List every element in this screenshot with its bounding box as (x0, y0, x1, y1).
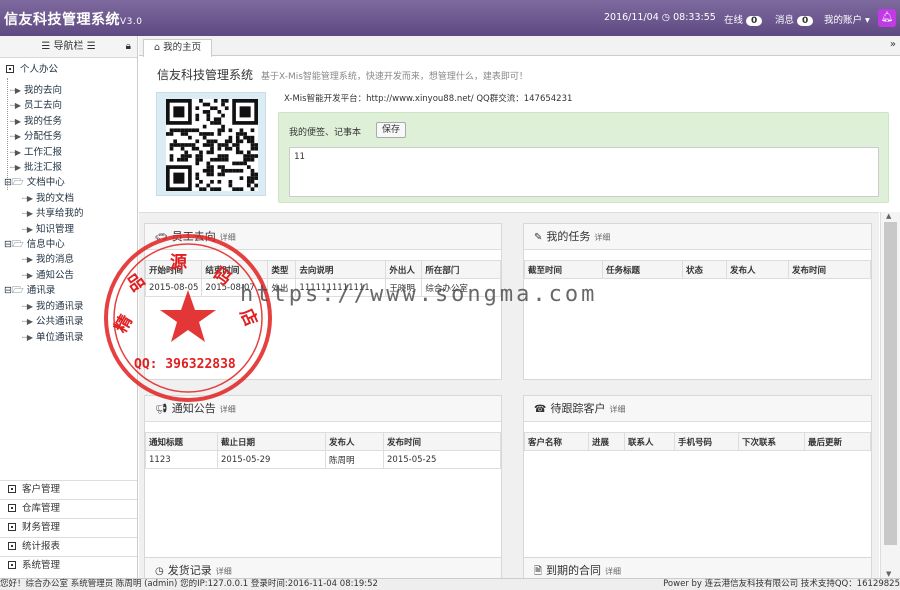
nav-group-contacts[interactable]: ⊟🗁︎ 通讯录 (4, 282, 55, 299)
phone-icon: ☎ (534, 404, 547, 415)
watermark-url: https://www.songma.com (240, 282, 598, 307)
nav-item-knowledge[interactable]: ┈▶ 知识管理 (22, 221, 74, 235)
nav-section-warehouse[interactable]: 仓库管理 (0, 499, 137, 518)
nav-group-personal[interactable]: 个人办公 (6, 61, 58, 75)
nav-group-docs[interactable]: ⊟🗁︎ 文档中心 (4, 174, 65, 191)
notebook-panel: 我的便签、记事本 保存 11 (278, 112, 889, 203)
bullhorn-icon: 📢︎ (155, 404, 168, 415)
nav-item-my-contacts[interactable]: ┈▶ 我的通讯录 (22, 298, 83, 312)
details-link[interactable]: 详细 (605, 567, 621, 576)
nav-item-assign-tasks[interactable]: ┈▶ 分配任务 (10, 128, 62, 142)
expand-icon (8, 504, 16, 512)
nav-item-unit-contacts[interactable]: ┈▶ 单位通讯录 (22, 329, 83, 343)
dev-platform-info: X-Mis智能开发平台：http://www.xinyou88.net/ QQ群… (284, 94, 573, 104)
online-indicator[interactable]: 在线 0 (724, 12, 763, 26)
save-button[interactable]: 保存 (376, 122, 407, 138)
tab-bar: ⌂ 我的主页 » (139, 36, 900, 57)
nav-item-my-tasks[interactable]: ┈▶ 我的任务 (10, 113, 62, 127)
nav-section-system[interactable]: 系统管理 (0, 556, 137, 575)
messages-indicator[interactable]: 消息 0 (775, 12, 814, 26)
folder-icon: ⊟🗁︎ (4, 177, 24, 188)
notebook-textarea[interactable]: 11 (289, 147, 879, 197)
customers-table: 客户名称 进展 联系人 手机号码 下次联系 最后更新 (524, 432, 871, 451)
status-bar: 您好！综合办公室 系统管理员 陈周明 (admin) 您的IP:127.0.0.… (0, 578, 900, 590)
svg-text:源: 源 (170, 252, 187, 273)
panel-shipping-logs: ◷ 发货记录 详细 (144, 557, 502, 578)
notebook-label: 我的便签、记事本 (289, 128, 362, 138)
welcome-title: 信友科技管理系统 基于X-Mis智能管理系统，快速开发而来，想管理什么，建表即可！ (157, 68, 528, 82)
expand-icon (8, 542, 16, 550)
details-link[interactable]: 详细 (216, 567, 232, 576)
expand-icon (8, 523, 16, 531)
stamp-qq: QQ: 396322838 (134, 357, 236, 372)
sidebar-header: ☰ 导航栏 ☰ 🔒︎ (0, 36, 137, 58)
nav-item-my-whereabouts[interactable]: ┈▶ 我的去向 (10, 82, 62, 96)
nav-section-customers[interactable]: 客户管理 (0, 480, 137, 499)
nav-item-notices[interactable]: ┈▶ 通知公告 (22, 267, 74, 281)
folder-icon: ⊟🗁︎ (4, 285, 24, 296)
edit-icon: ✎ (534, 232, 543, 243)
qr-code-icon (166, 99, 258, 191)
panel-header: ✎ 我的任务 详细 (524, 224, 871, 250)
content-scrollbar[interactable]: ▲ ▼ (880, 212, 900, 578)
nav-item-my-messages[interactable]: ┈▶ 我的消息 (22, 251, 74, 265)
notice-table: 通知标题 截止日期 发布人 发布时间 1123 2015-05-29 陈周明 2015-05… (145, 432, 501, 469)
app-header: 信友科技管理系统V3.0 2016/11/04 ◷ 08:33:55 在线 0 消… (0, 0, 900, 36)
panel-header: 🗎︎ 到期的合同 详细 (524, 558, 871, 578)
details-link[interactable]: 详细 (220, 405, 236, 414)
panel-customers: ☎ 待跟踪客户 详细 客户名称 进展 联系人 手机号码 下次联系 最后更新 (523, 395, 872, 570)
menu-icon: ☰ (41, 41, 51, 52)
expand-icon (8, 561, 16, 569)
lock-icon[interactable]: 🔒︎ (126, 36, 131, 58)
nav-item-work-report[interactable]: ┈▶ 工作汇报 (10, 144, 62, 158)
svg-text:店: 店 (235, 305, 261, 329)
nav-item-my-docs[interactable]: ┈▶ 我的文档 (22, 190, 74, 204)
menu-icon: ☰ (86, 41, 96, 52)
seal-stamp-icon: 精 品 源 码 店 QQ: 396322838 (104, 234, 272, 402)
nav-item-staff-whereabouts[interactable]: ┈▶ 员工去向 (10, 97, 62, 111)
app-title: 信友科技管理系统V3.0 (4, 12, 143, 28)
account-menu[interactable]: 我的账户 ▾ (824, 12, 870, 26)
clock: 2016/11/04 ◷ 08:33:55 (604, 12, 716, 23)
session-info: 您好！综合办公室 系统管理员 陈周明 (admin) 您的IP:127.0.0.… (0, 579, 378, 589)
seal-stamp: 精 品 源 码 店 QQ: 396322838 (102, 232, 274, 404)
nav-section-reports[interactable]: 统计报表 (0, 537, 137, 556)
home-icon: ⌂ (154, 42, 161, 53)
folder-icon: ⊟🗁︎ (4, 239, 24, 250)
nav-item-annotate-report[interactable]: ┈▶ 批注汇报 (10, 159, 62, 173)
details-link[interactable]: 详细 (594, 233, 610, 242)
bell-icon[interactable]: 🔔︎ (878, 9, 896, 27)
panel-header: ◷ 发货记录 详细 (145, 558, 501, 578)
caret-down-icon: ▾ (865, 15, 870, 26)
copyright: Power by 连云港信友科技有限公司 技术支持QQ：16129825 (663, 579, 900, 589)
details-link[interactable]: 详细 (609, 405, 625, 414)
clock-icon: ◷ (661, 12, 671, 23)
tasks-table: 截至时间 任务标题 状态 发布人 发布时间 (524, 260, 871, 279)
panel-notices: 📢︎ 通知公告 详细 通知标题 截止日期 发布人 发布时间 1123 2015-05-29 陈… (144, 395, 502, 570)
clock-icon: ◷ (155, 566, 164, 577)
table-row[interactable]: 1123 2015-05-29 陈周明 2015-05-25 (145, 450, 501, 469)
expand-icon (8, 485, 16, 493)
arrow-up-icon[interactable]: ▲ (886, 212, 891, 220)
tab-scroll-icon[interactable]: » (890, 39, 896, 50)
tab-home[interactable]: ⌂ 我的主页 (143, 39, 213, 57)
nav-section-finance[interactable]: 财务管理 (0, 518, 137, 537)
nav-item-public-contacts[interactable]: ┈▶ 公共通讯录 (22, 313, 83, 327)
svg-text:品: 品 (123, 270, 148, 296)
panel-header: ☎ 待跟踪客户 详细 (524, 396, 871, 422)
arrow-down-icon[interactable]: ▼ (886, 570, 891, 578)
nav-item-shared-docs[interactable]: ┈▶ 共享给我的 (22, 205, 83, 219)
scrollbar-thumb[interactable] (884, 222, 897, 545)
collapse-icon (6, 65, 14, 73)
file-icon: 🗎︎ (534, 566, 543, 577)
qr-code-image (156, 92, 266, 196)
panel-contracts: 🗎︎ 到期的合同 详细 (523, 557, 872, 578)
svg-text:码: 码 (209, 264, 234, 290)
